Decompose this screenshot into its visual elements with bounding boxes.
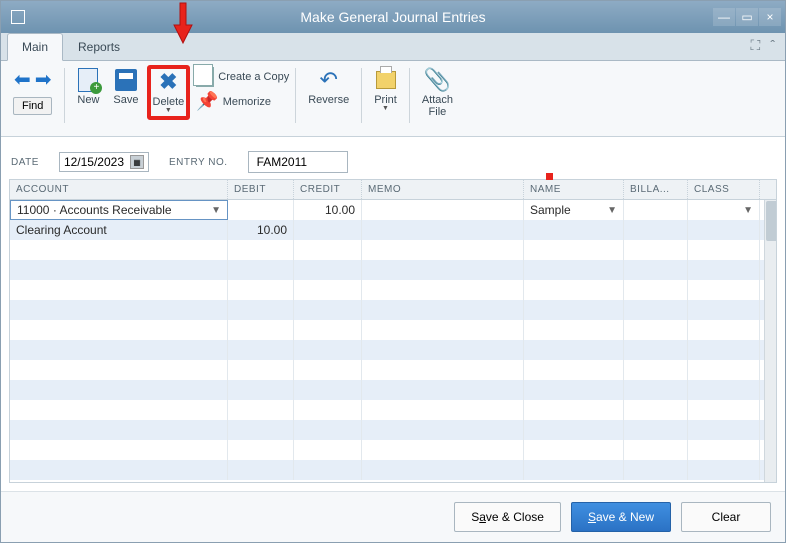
toolbar: ⬅ ➡ Find New Save ✖ Delete ▼ Create a Co…	[1, 61, 785, 137]
col-debit[interactable]: DEBIT	[228, 180, 294, 199]
table-row[interactable]	[10, 280, 776, 300]
grid-body: 11000 · Accounts Receivable▼ 10.00 Sampl…	[10, 200, 776, 482]
col-memo[interactable]: MEMO	[362, 180, 524, 199]
delete-dropdown-icon[interactable]: ▼	[165, 107, 172, 114]
save-close-button[interactable]: Save & Close	[454, 502, 561, 532]
table-row[interactable]: Clearing Account 10.00	[10, 220, 776, 240]
ribbon-tabs: Main Reports ⛶ ˆ	[1, 33, 785, 61]
reverse-button[interactable]: ↶ Reverse	[302, 65, 355, 108]
date-label: DATE	[11, 157, 39, 168]
new-icon	[78, 68, 98, 92]
entry-no-field[interactable]: FAM2011	[248, 151, 348, 173]
print-icon	[376, 71, 396, 89]
tab-main[interactable]: Main	[7, 33, 63, 61]
prev-arrow-icon[interactable]: ⬅	[14, 67, 31, 92]
table-row[interactable]	[10, 460, 776, 480]
col-credit[interactable]: CREDIT	[294, 180, 362, 199]
memorize-button[interactable]: 📌 Memorize	[196, 89, 289, 114]
memorize-icon: 📌	[196, 91, 218, 112]
table-row[interactable]	[10, 400, 776, 420]
minimize-button[interactable]: —	[713, 8, 735, 26]
table-row[interactable]: 11000 · Accounts Receivable▼ 10.00 Sampl…	[10, 200, 776, 220]
table-row[interactable]	[10, 260, 776, 280]
entry-no-label: ENTRY NO.	[169, 157, 228, 168]
delete-button[interactable]: ✖ Delete ▼	[147, 65, 191, 120]
table-row[interactable]	[10, 240, 776, 260]
table-row[interactable]	[10, 340, 776, 360]
scrollbar[interactable]	[764, 200, 776, 482]
print-dropdown-icon[interactable]: ▼	[382, 105, 389, 112]
new-button[interactable]: New	[71, 65, 105, 108]
dropdown-icon[interactable]: ▼	[607, 205, 617, 216]
table-row[interactable]	[10, 360, 776, 380]
delete-icon: ✖	[159, 69, 177, 95]
journal-grid: ACCOUNT DEBIT CREDIT MEMO NAME BILLA... …	[9, 179, 777, 483]
titlebar: Make General Journal Entries — ▭ ×	[1, 1, 785, 33]
save-new-button[interactable]: Save & New	[571, 502, 671, 532]
table-row[interactable]	[10, 320, 776, 340]
table-row[interactable]	[10, 380, 776, 400]
find-group: ⬅ ➡ Find	[7, 65, 58, 117]
tab-reports[interactable]: Reports	[63, 33, 135, 60]
separator	[295, 68, 296, 123]
calendar-icon[interactable]: ▦	[130, 155, 144, 169]
app-icon	[11, 10, 25, 24]
print-button[interactable]: Print ▼	[368, 65, 403, 114]
maximize-button[interactable]: ▭	[736, 8, 758, 26]
grid-header: ACCOUNT DEBIT CREDIT MEMO NAME BILLA... …	[10, 180, 776, 200]
col-account[interactable]: ACCOUNT	[10, 180, 228, 199]
table-row[interactable]	[10, 420, 776, 440]
attach-file-button[interactable]: 📎 AttachFile	[416, 65, 459, 120]
copy-icon	[196, 67, 214, 87]
col-billable[interactable]: BILLA...	[624, 180, 688, 199]
clear-button[interactable]: Clear	[681, 502, 771, 532]
separator	[409, 68, 410, 123]
dropdown-icon[interactable]: ▼	[211, 205, 221, 216]
annotation-arrow	[172, 1, 194, 45]
journal-entry-window: Make General Journal Entries — ▭ × Main …	[0, 0, 786, 543]
find-button[interactable]: Find	[13, 97, 52, 115]
header-form: DATE 12/15/2023 ▦ ENTRY NO. FAM2011	[1, 137, 785, 179]
window-title: Make General Journal Entries	[300, 9, 485, 25]
table-row[interactable]	[10, 440, 776, 460]
collapse-ribbon-icon[interactable]: ˆ	[770, 37, 775, 54]
required-indicator	[546, 173, 553, 180]
separator	[64, 68, 65, 123]
save-button[interactable]: Save	[107, 65, 144, 108]
expand-icon[interactable]: ⛶	[751, 37, 761, 54]
create-copy-button[interactable]: Create a Copy	[196, 65, 289, 89]
next-arrow-icon[interactable]: ➡	[35, 67, 52, 92]
table-row[interactable]	[10, 300, 776, 320]
dropdown-icon[interactable]: ▼	[743, 205, 753, 216]
separator	[361, 68, 362, 123]
reverse-icon: ↶	[320, 67, 338, 93]
footer: Save & Close Save & New Clear	[1, 491, 785, 542]
col-name[interactable]: NAME	[524, 180, 624, 199]
close-button[interactable]: ×	[759, 8, 781, 26]
save-icon	[115, 69, 137, 91]
paperclip-icon: 📎	[424, 67, 451, 93]
date-field[interactable]: 12/15/2023 ▦	[59, 152, 149, 172]
col-class[interactable]: CLASS	[688, 180, 760, 199]
